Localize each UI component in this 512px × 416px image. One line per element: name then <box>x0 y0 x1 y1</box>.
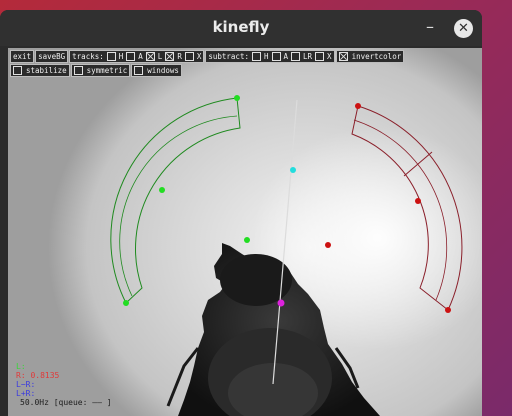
frame-rate-readout: 50.0Hz [queue: —— ] <box>20 398 112 407</box>
subtract-label: subtract: <box>208 52 249 61</box>
window-title: kinefly <box>212 18 270 36</box>
right-wing-handle-top[interactable] <box>355 103 361 109</box>
right-wing-handle-mid[interactable] <box>415 198 421 204</box>
subtract-a-option[interactable]: A <box>271 51 288 62</box>
title-bar[interactable]: kinefly – ✕ <box>0 10 482 46</box>
symmetric-toggle[interactable]: symmetric <box>70 64 131 77</box>
subtract-h-option[interactable]: H <box>251 51 269 62</box>
checkbox-icon[interactable] <box>271 52 281 61</box>
track-r-option[interactable]: R <box>165 51 182 62</box>
checkbox-checked-icon[interactable] <box>338 52 348 61</box>
checkbox-checked-icon[interactable] <box>165 52 175 61</box>
subtract-group: subtract: H A LR X <box>205 50 335 63</box>
right-angle-readout: R: 0.8135 <box>16 371 60 380</box>
body-center-point[interactable] <box>277 299 285 307</box>
kinefly-window: kinefly – ✕ exit saveBG tracks: H A L R … <box>0 10 482 416</box>
right-wing-sector[interactable] <box>351 105 463 311</box>
checkbox-icon[interactable] <box>106 52 116 61</box>
checkbox-icon[interactable] <box>291 52 301 61</box>
save-background-button[interactable]: saveBG <box>35 50 69 63</box>
l-plus-r-readout: L+R: <box>16 389 36 398</box>
checkbox-icon[interactable] <box>184 52 194 61</box>
left-wing-handle-bottom[interactable] <box>123 300 129 306</box>
right-wing-handle-bottom[interactable] <box>445 307 451 313</box>
camera-view[interactable]: exit saveBG tracks: H A L R X subtract: … <box>8 48 482 416</box>
checkbox-icon[interactable] <box>73 66 83 75</box>
track-l-option[interactable]: L <box>145 51 162 62</box>
toolbar-row-2: stabilize symmetric windows <box>10 64 182 77</box>
left-wing-handle-mid[interactable] <box>159 187 165 193</box>
track-h-option[interactable]: H <box>106 51 123 62</box>
checkbox-checked-icon[interactable] <box>145 52 155 61</box>
invertcolor-toggle[interactable]: invertcolor <box>335 50 405 63</box>
left-hinge-point[interactable] <box>244 237 250 243</box>
fly-silhouette <box>166 243 380 416</box>
close-button[interactable]: ✕ <box>454 19 473 38</box>
track-x-option[interactable]: X <box>184 51 201 62</box>
toolbar-row-1: exit saveBG tracks: H A L R X subtract: … <box>10 50 405 63</box>
checkbox-icon[interactable] <box>13 66 22 75</box>
checkbox-icon[interactable] <box>251 52 261 61</box>
left-angle-readout: L: <box>16 362 26 371</box>
head-axis-point[interactable] <box>290 167 296 173</box>
l-minus-r-readout: L−R: <box>16 380 36 389</box>
subtract-lr-option[interactable]: LR <box>291 51 312 62</box>
stabilize-toggle[interactable]: stabilize <box>10 64 70 77</box>
checkbox-icon[interactable] <box>134 66 144 75</box>
track-a-option[interactable]: A <box>126 51 143 62</box>
left-wing-handle-top[interactable] <box>234 95 240 101</box>
windows-toggle[interactable]: windows <box>131 64 182 77</box>
subtract-x-option[interactable]: X <box>315 51 332 62</box>
checkbox-icon[interactable] <box>126 52 136 61</box>
tracks-label: tracks: <box>72 52 104 61</box>
exit-button[interactable]: exit <box>10 50 35 63</box>
fly-image <box>110 95 463 416</box>
checkbox-icon[interactable] <box>315 52 325 61</box>
right-hinge-point[interactable] <box>325 242 331 248</box>
minimize-button[interactable]: – <box>420 18 440 38</box>
tracks-group: tracks: H A L R X <box>69 50 205 63</box>
